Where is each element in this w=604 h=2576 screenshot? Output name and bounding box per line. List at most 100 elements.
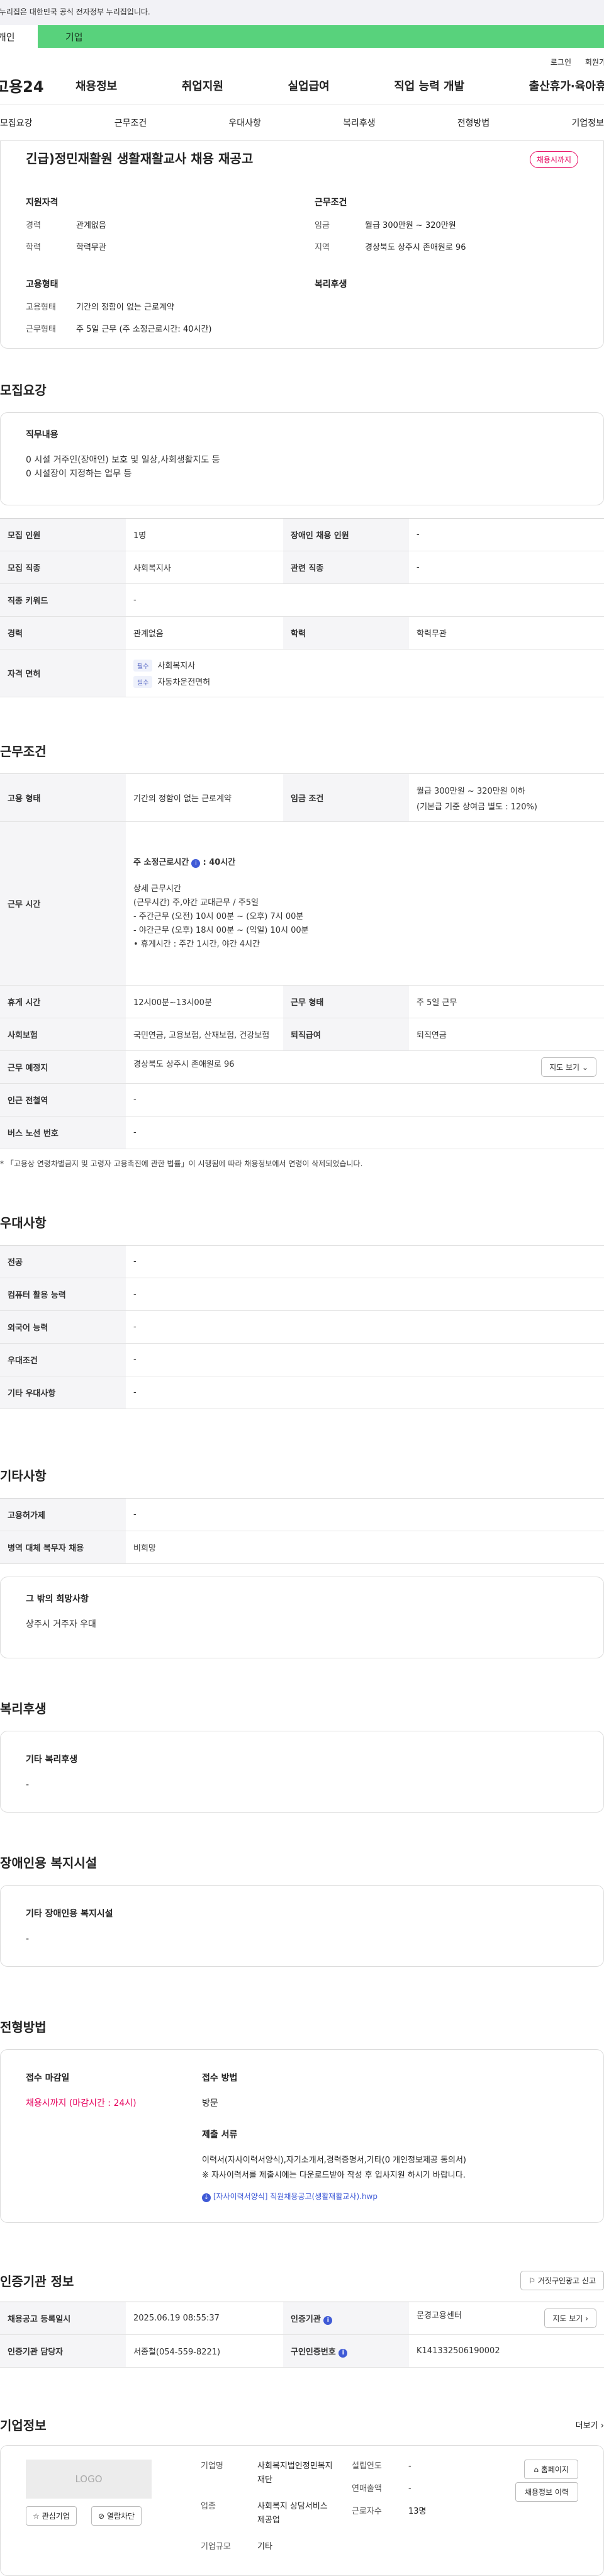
map-view-button[interactable]: 지도 보기 ⌄ xyxy=(541,1057,596,1077)
company-section-title: 기업정보 xyxy=(0,2418,47,2433)
other-wishes-value: 상주시 거주자 우대 xyxy=(26,1619,96,1629)
etc-table: 고용허가제 - 병역 대체 복무자 채용 비희망 xyxy=(0,1498,604,1564)
table-row: 고용허가제 - xyxy=(0,1498,604,1531)
disability-section-title: 장애인용 복지시설 xyxy=(0,1855,98,1870)
welfare-card: 기타 복리후생 - xyxy=(0,1731,604,1813)
table-row: 우대조건 - xyxy=(0,1343,604,1376)
duty-heading: 직무내용 xyxy=(26,430,59,440)
homepage-button[interactable]: ⌂ 홈페이지 xyxy=(524,2460,578,2479)
method-block: 접수 방법 방문 제출 서류 이력서(자사이력서양식),자기소개서,경력증명서,… xyxy=(202,2071,578,2202)
pref-table: 전공 - 컴퓨터 활용 능력 - 외국어 능력 - 우대조건 - 기타 우대사항 - xyxy=(0,1245,604,1409)
job-summary-card: 긴급)정민재활원 생활재활교사 채용 재공고 채용시까지 지원자격 경력 관계없음… xyxy=(0,141,604,349)
table-row: 모집 인원 1명 장애인 채용 인원 - xyxy=(0,518,604,551)
tab-personal[interactable]: 개인 xyxy=(0,25,38,48)
utility-links: 로그인 회원가입 xyxy=(0,48,604,67)
docs-line: 이력서(자사이력서양식),자기소개서,경력증명서,기타(0 개인정보제공 동의서… xyxy=(202,2156,466,2165)
deadline-block: 접수 마감일 채용시까지 (마감시간 : 24시) xyxy=(26,2071,202,2201)
deadline-value: 채용시까지 (마감시간 : 24시) xyxy=(26,2098,137,2108)
company-more-link[interactable]: 더보기 › xyxy=(576,2419,604,2431)
weekly-hours: 주 소정근로시간 i : 40시간 xyxy=(133,857,236,868)
summary-qualification: 지원자격 경력 관계없음 학력 학력무관 xyxy=(26,196,289,262)
pref-section-title: 우대사항 xyxy=(0,1215,47,1230)
other-wishes-card: 그 밖의 희망사항 상주시 거주자 우대 xyxy=(0,1577,604,1658)
work-table: 고용 형태 기간의 정함이 없는 근로계약 임금 조건 월급 300만원 ~ 3… xyxy=(0,773,604,1149)
method-value: 방문 xyxy=(202,2098,218,2108)
summary-row: 근무형태 주 5일 근무 (주 소정근로시간: 40시간) xyxy=(26,325,212,334)
disability-card-value: - xyxy=(26,1934,30,1944)
table-row: 인근 전철역 - xyxy=(0,1083,604,1116)
summary-welfare: 복리후생 xyxy=(315,278,578,344)
gnb-menu: 채용정보 취업지원 실업급여 직업 능력 개발 출산휴가·육아휴직 xyxy=(76,77,604,94)
table-row: 채용공고 등록일시 2025.06.19 08:55:37 인증기관 i 문경고… xyxy=(0,2302,604,2335)
job-history-button[interactable]: 채용정보 이력 xyxy=(515,2482,578,2502)
duty-line: 0 시설 거주인(장애인) 보호 및 일상,사회생활지도 등 xyxy=(26,455,220,465)
recruit-section-title: 모집요강 xyxy=(0,383,47,398)
agency-table: 채용공고 등록일시 2025.06.19 08:55:37 인증기관 i 문경고… xyxy=(0,2302,604,2368)
process-section-title: 전형방법 xyxy=(0,2020,47,2035)
employment-heading: 고용형태 xyxy=(26,279,59,290)
block-view-button[interactable]: ⊘ 열람차단 xyxy=(91,2506,142,2526)
tab-company[interactable]: 기업 xyxy=(38,25,604,48)
section-tabs: 모집요강 근무조건 우대사항 복리후생 전형방법 기업정보 xyxy=(0,104,604,141)
qualification-heading: 지원자격 xyxy=(26,198,59,208)
table-row: 전공 - xyxy=(0,1245,604,1278)
company-header: 기업정보 더보기 › xyxy=(0,2416,604,2434)
gnb-item-unemployment-benefit[interactable]: 실업급여 xyxy=(288,77,330,94)
info-icon[interactable]: i xyxy=(323,2315,333,2325)
table-row: 고용 형태 기간의 정함이 없는 근로계약 임금 조건 월급 300만원 ~ 3… xyxy=(0,773,604,822)
table-row: 근무 예정지 경상북도 상주시 존애원로 96 지도 보기 ⌄ xyxy=(0,1050,604,1084)
gnb-item-jobs[interactable]: 채용정보 xyxy=(76,77,117,94)
table-row: 사회보험 국민연금, 고용보험, 산재보험, 건강보험 퇴직급여 퇴직연금 xyxy=(0,1018,604,1051)
audience-switch: 개인 기업 xyxy=(0,25,604,48)
welfare-section-title: 복리후생 xyxy=(0,1701,47,1716)
gnb-item-parental-leave[interactable]: 출산휴가·육아휴직 xyxy=(529,77,604,94)
table-row: 컴퓨터 활용 능력 - xyxy=(0,1278,604,1311)
gnb-item-job-training[interactable]: 직업 능력 개발 xyxy=(394,77,464,94)
table-row: 외국어 능력 - xyxy=(0,1310,604,1344)
summary-grid: 지원자격 경력 관계없음 학력 학력무관 근무조건 임금 월급 300만원 ~ 320… xyxy=(26,196,578,344)
gnb-item-employment-support[interactable]: 취업지원 xyxy=(182,77,223,94)
summary-row: 지역 경상북도 상주시 존애원로 96 xyxy=(315,243,466,252)
age-notice: * 「고용상 연령차별금지 및 고령자 고용촉진에 관한 법률」이 시행됨에 따… xyxy=(0,1159,363,1168)
summary-conditions: 근무조건 임금 월급 300만원 ~ 320만원 지역 경상북도 상주시 존애원로 … xyxy=(315,196,578,262)
license-item: 필수 사회복지사 xyxy=(133,659,596,672)
attachment-link[interactable]: ↓ [자사이력서양식] 직원채용공고(생활재활교사).hwp xyxy=(202,2191,578,2202)
bell-icon: ⚐ xyxy=(528,2276,536,2285)
table-row: 인증기관 담당자 서종철(054-559-8221) 구인인증번호 i K141… xyxy=(0,2334,604,2368)
tab-conditions[interactable]: 근무조건 xyxy=(115,116,147,129)
detail-hours-line: • 휴게시간 : 주간 1시간, 야간 4시간 xyxy=(133,939,260,949)
signup-link[interactable]: 회원가입 xyxy=(585,58,604,67)
report-fake-ad-button[interactable]: ⚐ 거짓구인광고 신고 xyxy=(520,2271,604,2290)
attachment-icon: ↓ xyxy=(202,2193,211,2202)
duty-line: 0 시설장이 지정하는 업무 등 xyxy=(26,469,132,479)
company-stats: 설립연도 - 연매출액 - 근로자수 13명 xyxy=(352,2461,427,2516)
login-link[interactable]: 로그인 xyxy=(551,58,571,67)
site-logo[interactable]: 고용24 xyxy=(0,74,76,96)
deadline-badge: 채용시까지 xyxy=(529,151,578,168)
required-chip: 필수 xyxy=(133,659,153,672)
info-icon[interactable]: i xyxy=(338,2348,348,2358)
work-section-title: 근무조건 xyxy=(0,744,47,759)
table-row: 직종 키워드 - xyxy=(0,583,604,617)
star-icon: ☆ xyxy=(33,2512,40,2521)
favorite-company-button[interactable]: ☆ 관심기업 xyxy=(26,2506,77,2526)
docs-line: ※ 자사이력서를 제출시에는 다운로드받아 작성 후 입사지원 하시기 바랍니다… xyxy=(202,2171,466,2180)
agency-map-button[interactable]: 지도 보기 › xyxy=(544,2309,596,2328)
tab-company[interactable]: 기업정보 xyxy=(571,116,604,129)
tab-welfare[interactable]: 복리후생 xyxy=(343,116,376,129)
agency-header: 인증기관 정보 ⚐ 거짓구인광고 신고 xyxy=(0,2271,604,2290)
tab-preferences[interactable]: 우대사항 xyxy=(228,116,261,129)
table-row: 병역 대체 복무자 채용 비희망 xyxy=(0,1531,604,1564)
chevron-down-icon: ⌄ xyxy=(581,1063,588,1072)
required-chip: 필수 xyxy=(133,675,153,688)
tab-process[interactable]: 전형방법 xyxy=(457,116,490,129)
company-info: 기업명 사회복지법인정민복지재단 업종 사회복지 상담서비스 제공업 기업규모 기타 xyxy=(201,2461,333,2551)
other-wishes-heading: 그 밖의 희망사항 xyxy=(26,1594,89,1604)
tab-recruit[interactable]: 모집요강 xyxy=(0,116,33,129)
home-icon: ⌂ xyxy=(534,2465,539,2474)
summary-row: 학력 학력무관 xyxy=(26,243,106,252)
info-icon[interactable]: i xyxy=(191,858,201,868)
license-item: 필수 자동차운전면허 xyxy=(133,675,596,688)
welfare-heading: 복리후생 xyxy=(315,279,347,290)
recruit-table: 모집 인원 1명 장애인 채용 인원 - 모집 직종 사회복지사 관련 직종 -… xyxy=(0,518,604,697)
